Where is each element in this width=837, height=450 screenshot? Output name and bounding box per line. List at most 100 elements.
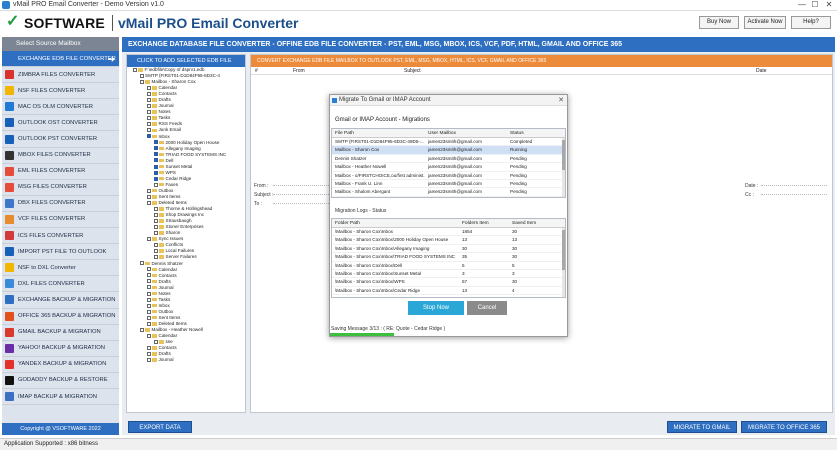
add-edb-file-button[interactable]: CLICK TO ADD SELECTED EDB FILE [127, 55, 245, 67]
tree-node-checkbox[interactable] [147, 267, 151, 272]
col-from[interactable]: From [293, 67, 305, 75]
log-row[interactable]: \Mailbox - Sharon Cox\Inbox\TRIAD FOOD S… [332, 253, 565, 262]
sidebar-item-13[interactable]: NSF to DXL Converter [2, 260, 119, 277]
tree-node-checkbox[interactable] [147, 273, 151, 278]
sidebar-item-15[interactable]: EXCHANGE BACKUP & MIGRATION [2, 292, 119, 309]
migrate-to-office365-button[interactable]: MIGRATE TO OFFICE 365 [741, 421, 827, 433]
tree-node-checkbox[interactable] [147, 128, 151, 133]
tree-node-checkbox[interactable] [147, 85, 151, 90]
close-window-button[interactable]: ✕ [822, 0, 836, 9]
sidebar-item-1[interactable]: ZIMBRA FILES CONVERTER [2, 67, 119, 84]
log-col-folders-item[interactable]: Folders Item [462, 219, 489, 228]
tree-node-checkbox[interactable] [147, 134, 151, 139]
tree-node-checkbox[interactable] [147, 122, 151, 127]
help-button[interactable]: Help? [791, 16, 831, 29]
tree-node-checkbox[interactable] [147, 303, 151, 308]
tree-node-checkbox[interactable] [147, 309, 151, 314]
tree-node-checkbox[interactable] [147, 116, 151, 121]
cancel-button[interactable]: Cancel [467, 301, 507, 315]
sidebar-item-12[interactable]: IMPORT PST FILE TO OUTLOOK [2, 244, 119, 261]
migration-row[interactable]: Mailbox - o/FIRSTCHOICE,ou/first adminis… [332, 172, 565, 180]
log-row[interactable]: \Mailbox - Sharon Cox\Inbox\Sunset Metal… [332, 270, 565, 279]
sidebar-item-5[interactable]: OUTLOOK PST CONVERTER [2, 131, 119, 148]
tree-node-checkbox[interactable] [133, 67, 137, 72]
tree-node-checkbox[interactable] [147, 333, 151, 338]
tree-node-checkbox[interactable] [147, 285, 151, 290]
tree-node-checkbox[interactable] [147, 321, 151, 326]
tree-node-checkbox[interactable] [140, 79, 144, 84]
tree-node-checkbox[interactable] [147, 297, 151, 302]
sidebar-item-11[interactable]: ICS FILES CONVERTER [2, 228, 119, 245]
sidebar-item-10[interactable]: VCF FILES CONVERTER [2, 212, 119, 229]
log-row[interactable]: \Mailbox - Sharon Cox\Inbox\Dell 5 5 [332, 262, 565, 270]
migration-row[interactable]: SMTP (FIRST01-D1D84F95-6D3C-49D5-... jame… [332, 138, 565, 147]
tree-node-checkbox[interactable] [147, 291, 151, 296]
mig-col-mailbox[interactable]: User Mailbox [428, 129, 456, 138]
sidebar-item-8[interactable]: MSG FILES CONVERTER [2, 180, 119, 196]
sidebar-item-9[interactable]: DBX FILES CONVERTER [2, 196, 119, 212]
tree-node-checkbox[interactable] [147, 351, 151, 356]
tree-node-checkbox[interactable] [154, 249, 158, 254]
tree-node-checkbox[interactable] [154, 243, 158, 248]
sidebar-item-19[interactable]: YANDEX BACKUP & MIGRATION [2, 357, 119, 373]
maximize-button[interactable]: ☐ [808, 0, 822, 9]
activate-now-button[interactable]: Activate Now [744, 16, 786, 29]
tree-node-checkbox[interactable] [140, 73, 144, 78]
tree-node-checkbox[interactable] [147, 104, 151, 109]
tree-node-checkbox[interactable] [147, 194, 151, 199]
tree-node-checkbox[interactable] [147, 110, 151, 115]
log-row[interactable]: \Mailbox - Sharon Cox\Inbox\Allegany Ima… [332, 245, 565, 254]
tree-node-checkbox[interactable] [147, 98, 151, 103]
tree-node-checkbox[interactable] [154, 170, 158, 175]
log-col-folderpath[interactable]: Folder Path [335, 219, 360, 228]
sidebar-item-2[interactable]: NSF FILES CONVERTER [2, 83, 119, 100]
sidebar-item-17[interactable]: GMAIL BACKUP & MIGRATION [2, 325, 119, 341]
sidebar-item-0[interactable]: EXCHANGE EDB FILE CONVERTER ➜ [2, 51, 119, 68]
tree-node-checkbox[interactable] [154, 212, 158, 217]
log-row[interactable]: \Mailbox - Sharon Cox\Inbox\2000 Holiday… [332, 236, 565, 245]
tree-node-checkbox[interactable] [147, 237, 151, 242]
sidebar-item-18[interactable]: YAHOO! BACKUP & MIGRATION [2, 341, 119, 357]
tree-node-checkbox[interactable] [154, 164, 158, 169]
migration-row[interactable]: Dennis Shatzer james23smith@gmail.com Pend… [332, 155, 565, 164]
tree-node-checkbox[interactable] [147, 200, 151, 205]
tree-node-checkbox[interactable] [147, 279, 151, 284]
tree-node-checkbox[interactable] [154, 146, 158, 151]
tree-node[interactable]: Journal [129, 357, 245, 363]
sidebar-item-6[interactable]: MBOX FILES CONVERTER [2, 148, 119, 164]
tree-node-checkbox[interactable] [154, 206, 158, 211]
log-row[interactable]: \Mailbox - Sharon Cox\Inbox 1854 30 [332, 228, 565, 237]
col-date[interactable]: Date [756, 67, 767, 75]
migration-row[interactable]: Mailbox - Sharon Cox james23smith@gmail.c… [332, 146, 565, 155]
sidebar-item-14[interactable]: DXL FILES CONVERTER [2, 276, 119, 293]
migrate-to-gmail-button[interactable]: MIGRATE TO GMAIL [667, 421, 737, 433]
sidebar-item-3[interactable]: MAC OS OLM CONVERTER [2, 99, 119, 116]
migration-row[interactable]: Mailbox - Frank U. Linn james23smith@gmai… [332, 180, 565, 189]
migrations-scrollbar[interactable] [562, 138, 565, 197]
tree-node-checkbox[interactable] [154, 176, 158, 181]
migration-row[interactable]: Mailbox - Heather Nowell james23smith@gma… [332, 163, 565, 172]
stop-now-button[interactable]: Stop Now [408, 301, 464, 315]
log-row[interactable]: \Mailbox - Sharon Cox\Inbox\WPS 57 30 [332, 278, 565, 287]
tree-node-checkbox[interactable] [154, 218, 158, 223]
sidebar-item-20[interactable]: GODADDY BACKUP & RESTORE [2, 373, 119, 389]
tree-node-checkbox[interactable] [147, 315, 151, 320]
tree-node-checkbox[interactable] [147, 91, 151, 96]
minimize-button[interactable]: — [795, 0, 809, 9]
tree-node-checkbox[interactable] [147, 345, 151, 350]
sidebar-item-7[interactable]: EML FILES CONVERTER [2, 164, 119, 180]
tree-node-checkbox[interactable] [154, 140, 158, 145]
tree-node-checkbox[interactable] [154, 255, 158, 260]
dialog-close-icon[interactable]: ✕ [558, 95, 564, 106]
tree-node-checkbox[interactable] [154, 225, 158, 229]
mig-col-status[interactable]: Status [510, 129, 524, 138]
tree-node-checkbox[interactable] [154, 231, 158, 236]
col-index[interactable]: # [255, 67, 258, 75]
sidebar-item-4[interactable]: OUTLOOK OST CONVERTER [2, 115, 119, 132]
migration-row[interactable]: Mailbox - Shalom Abergant james23smith@gm… [332, 188, 565, 197]
export-data-button[interactable]: EXPORT DATA [128, 421, 192, 433]
sidebar-item-21[interactable]: IMAP BACKUP & MIGRATION [2, 389, 119, 406]
tree-node-checkbox[interactable] [140, 261, 144, 266]
tree-node-checkbox[interactable] [154, 152, 158, 157]
col-subject[interactable]: Subject [404, 67, 421, 75]
